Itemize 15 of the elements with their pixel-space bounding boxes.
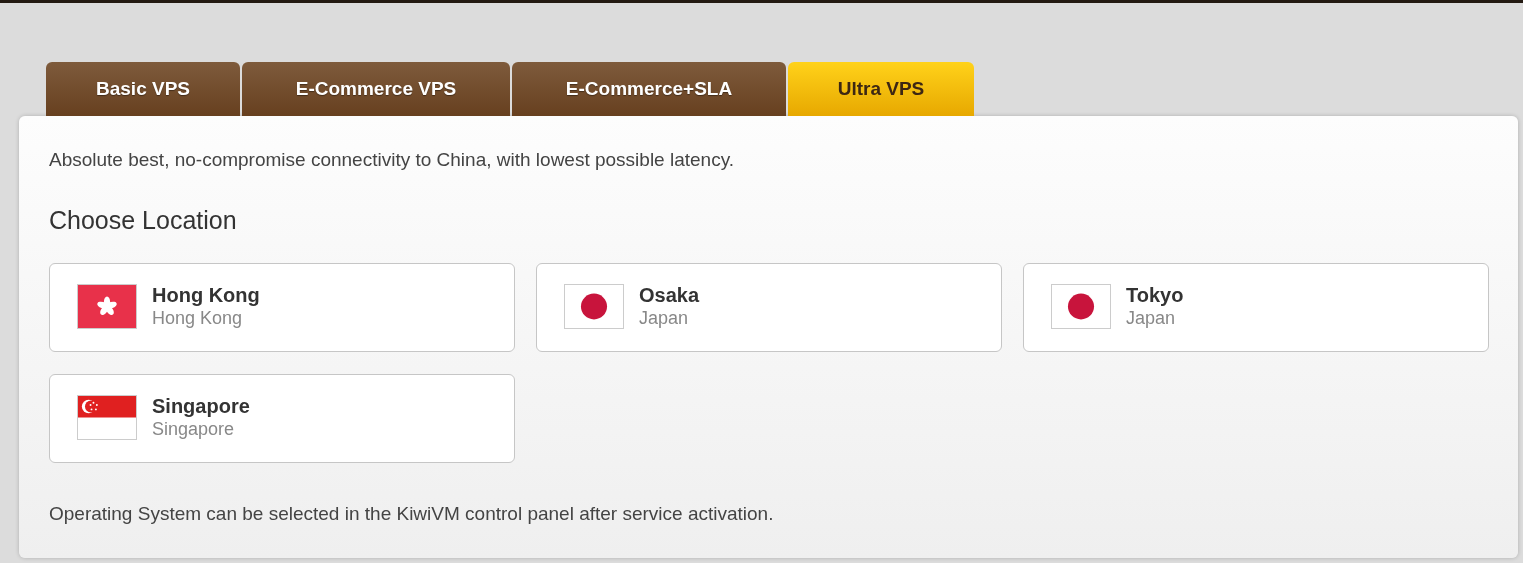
flag-icon [564,283,624,329]
location-option[interactable]: Singapore Singapore [49,373,515,463]
tab[interactable]: E-Commerce+SLA [512,62,786,116]
tab[interactable]: Ultra VPS [788,62,974,116]
flag-icon [77,283,137,329]
flag-icon [77,394,137,440]
location-option[interactable]: Tokyo Japan [1023,262,1489,352]
tab[interactable]: Basic VPS [46,62,240,116]
section-heading: Choose Location [49,204,238,235]
location-option[interactable]: Osaka Japan [536,262,1002,352]
location-option[interactable]: Hong Kong Hong Kong [49,262,515,352]
tab[interactable]: E-Commerce VPS [242,62,510,116]
flag-icon [1051,283,1111,329]
description-text: Absolute best, no-compromise connectivity to China, with lowest possible latency. [49,148,736,172]
note-text: Operating System can be selected in the KiwiVM control panel after service activation. [49,501,775,526]
